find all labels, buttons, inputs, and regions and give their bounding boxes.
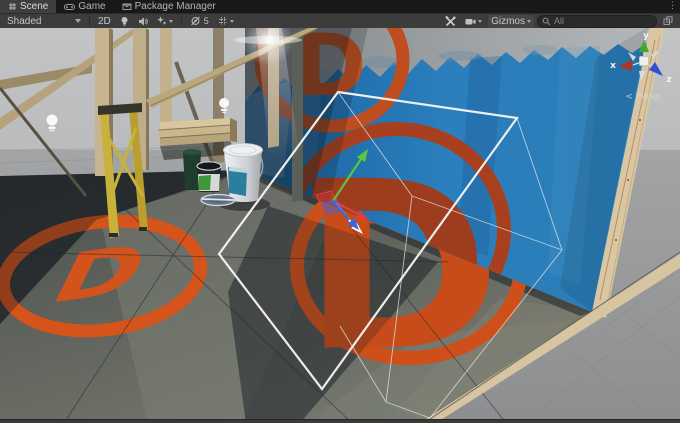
tab-package-manager[interactable]: Package Manager [114, 0, 224, 13]
tab-package-manager-label: Package Manager [135, 1, 216, 12]
paint-can[interactable] [197, 162, 221, 192]
toggle-2d-label: 2D [98, 16, 111, 27]
sparkle-icon [157, 16, 167, 26]
paint-tray[interactable] [201, 195, 235, 206]
chevron-down-icon [527, 20, 531, 23]
tab-scene[interactable]: Scene [0, 0, 56, 13]
tab-scene-label: Scene [20, 1, 48, 12]
scene-canvas[interactable]: D D [0, 28, 680, 419]
toggle-2d-button[interactable]: 2D [95, 15, 114, 28]
axis-label-z: z [666, 75, 671, 85]
chevron-down-icon [478, 20, 482, 23]
speaker-icon [138, 17, 148, 26]
projection-toggle[interactable]: < Persp [625, 92, 660, 102]
scene-search-field[interactable] [537, 15, 657, 28]
axis-label-x: x [610, 61, 616, 71]
orientation-gizmo-center-cube[interactable] [640, 57, 649, 66]
scene-viewport[interactable]: D D [0, 28, 680, 419]
chevron-down-icon [169, 20, 173, 23]
window-bottom-edge [0, 419, 680, 423]
scene-camera-dropdown[interactable] [462, 15, 485, 28]
toolbar-divider [89, 16, 90, 26]
grid-visibility-dropdown[interactable] [215, 15, 237, 28]
hidden-objects-count: 5 [204, 16, 209, 26]
tools-icon [445, 16, 456, 27]
scene-visibility-toggle[interactable]: 5 [187, 15, 212, 28]
axis-label-y: y [643, 31, 649, 41]
gizmos-label: Gizmos [491, 16, 525, 27]
chevron-down-icon [75, 19, 81, 23]
scene-effects-dropdown[interactable] [154, 15, 176, 28]
overlays-button[interactable] [660, 15, 676, 28]
draw-mode-label: Shaded [7, 16, 41, 27]
gamepad-icon [64, 3, 75, 11]
tab-bar: Scene Game Package Manager ⋮ [0, 0, 680, 13]
scene-lighting-toggle[interactable] [117, 15, 132, 28]
package-icon [122, 2, 132, 11]
tab-game[interactable]: Game [56, 0, 113, 13]
grid-icon [8, 2, 17, 11]
magnifier-icon [542, 17, 551, 26]
grid-snap-icon [218, 16, 228, 26]
eye-slash-icon [190, 16, 201, 26]
chevron-down-icon [230, 20, 234, 23]
windows-icon [663, 16, 673, 26]
lightbulb-icon [120, 16, 129, 27]
scene-tools-button[interactable] [442, 15, 459, 28]
toolbar-divider [181, 16, 182, 26]
paint-bucket-5gal[interactable] [224, 144, 263, 203]
search-input[interactable] [554, 16, 632, 26]
tab-game-label: Game [78, 1, 105, 12]
tab-overflow-menu[interactable]: ⋮ [668, 0, 677, 12]
unity-editor-window: Scene Game Package Manager ⋮ Shaded 2D [0, 0, 680, 423]
draw-mode-dropdown[interactable]: Shaded [4, 15, 84, 28]
camera-icon [465, 17, 476, 26]
scene-toolbar: Shaded 2D 5 [0, 13, 680, 28]
scene-audio-toggle[interactable] [135, 15, 151, 28]
gizmos-dropdown[interactable]: Gizmos [488, 15, 534, 28]
